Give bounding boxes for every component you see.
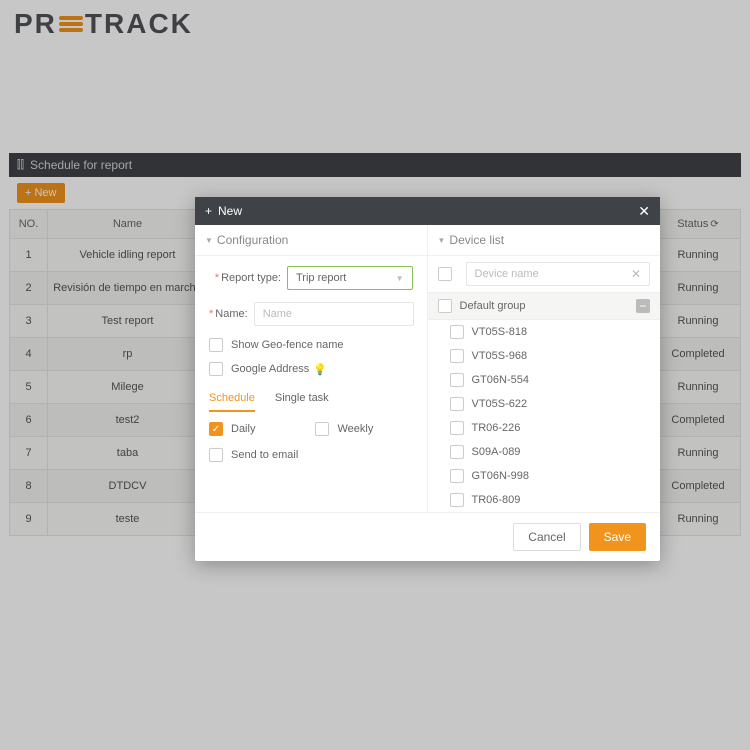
device-list-panel: ▼ Device list ✕ Default group − VT05S-81… — [428, 225, 661, 512]
device-checkbox[interactable] — [450, 397, 464, 411]
device-label: TR06-809 — [472, 494, 521, 506]
select-all-checkbox[interactable] — [438, 267, 452, 281]
geofence-checkbox[interactable] — [209, 338, 223, 352]
name-label: *Name: — [209, 308, 254, 320]
device-item[interactable]: TR06-809 — [428, 488, 661, 512]
geofence-label: Show Geo-fence name — [231, 339, 344, 351]
device-item[interactable]: VT05S-622 — [428, 392, 661, 416]
modal-title: New — [218, 204, 242, 218]
tab-schedule[interactable]: Schedule — [209, 386, 255, 412]
device-label: S09A-089 — [472, 446, 521, 458]
device-item[interactable]: GT06N-998 — [428, 464, 661, 488]
weekly-checkbox[interactable] — [315, 422, 329, 436]
device-search: ✕ — [466, 262, 651, 286]
weekly-label: Weekly — [337, 423, 373, 435]
collapse-icon[interactable]: − — [636, 299, 650, 313]
name-input[interactable] — [254, 302, 414, 326]
device-label: VT05S-968 — [472, 350, 528, 362]
new-report-modal: + New ✕ ▼ Configuration *Report type: Tr… — [195, 197, 660, 561]
schedule-tabs: Schedule Single task — [209, 386, 413, 412]
group-checkbox[interactable] — [438, 299, 452, 313]
device-checkbox[interactable] — [450, 325, 464, 339]
send-email-label: Send to email — [231, 449, 298, 461]
report-type-label: *Report type: — [209, 272, 287, 284]
close-icon[interactable]: ✕ — [638, 203, 650, 220]
plus-icon: + — [205, 204, 212, 218]
daily-checkbox[interactable]: ✓ — [209, 422, 223, 436]
device-label: VT05S-622 — [472, 398, 528, 410]
device-item[interactable]: TR06-226 — [428, 416, 661, 440]
save-button[interactable]: Save — [589, 523, 646, 551]
clear-icon[interactable]: ✕ — [631, 267, 641, 281]
device-checkbox[interactable] — [450, 349, 464, 363]
device-item[interactable]: VT05S-818 — [428, 320, 661, 344]
device-checkbox[interactable] — [450, 445, 464, 459]
modal-footer: Cancel Save — [195, 512, 660, 561]
configuration-panel: ▼ Configuration *Report type: Trip repor… — [195, 225, 428, 512]
google-address-checkbox[interactable] — [209, 362, 223, 376]
google-address-label: Google Address — [231, 363, 309, 375]
chevron-down-icon: ▼ — [396, 274, 404, 283]
device-item[interactable]: VT05S-968 — [428, 344, 661, 368]
device-label: GT06N-998 — [472, 470, 529, 482]
config-panel-title: ▼ Configuration — [195, 225, 427, 256]
device-label: VT05S-818 — [472, 326, 528, 338]
device-checkbox[interactable] — [450, 493, 464, 507]
chevron-down-icon: ▼ — [438, 236, 446, 245]
device-checkbox[interactable] — [450, 421, 464, 435]
chevron-down-icon: ▼ — [205, 236, 213, 245]
tab-single-task[interactable]: Single task — [275, 386, 329, 412]
device-item[interactable]: S09A-089 — [428, 440, 661, 464]
device-label: TR06-226 — [472, 422, 521, 434]
lightbulb-icon: 💡 — [313, 363, 327, 376]
device-group-header[interactable]: Default group − — [428, 292, 661, 320]
cancel-button[interactable]: Cancel — [513, 523, 580, 551]
send-email-checkbox[interactable] — [209, 448, 223, 462]
modal-header: + New ✕ — [195, 197, 660, 225]
device-item[interactable]: GT06N-554 — [428, 368, 661, 392]
report-type-select[interactable]: Trip report ▼ — [287, 266, 413, 290]
device-panel-title: ▼ Device list — [428, 225, 661, 256]
device-label: GT06N-554 — [472, 374, 529, 386]
daily-label: Daily — [231, 423, 255, 435]
device-checkbox[interactable] — [450, 469, 464, 483]
group-label: Default group — [460, 300, 526, 312]
device-checkbox[interactable] — [450, 373, 464, 387]
device-search-input[interactable] — [475, 268, 631, 280]
